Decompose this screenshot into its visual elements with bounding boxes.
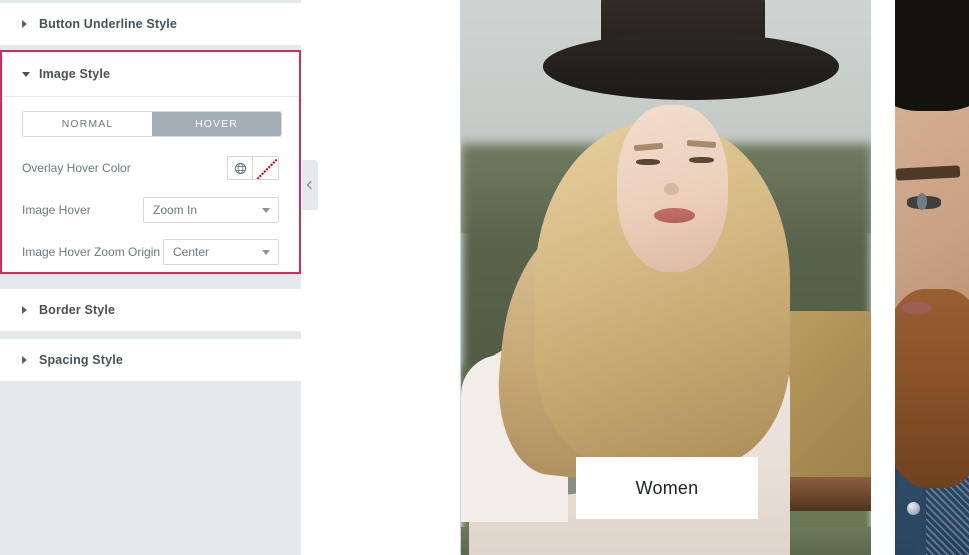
- section-title-spacing-style: Spacing Style: [39, 353, 123, 367]
- photo2-beard: [895, 288, 969, 489]
- chevron-right-icon: [22, 356, 36, 364]
- select-image-hover[interactable]: Zoom In: [143, 197, 279, 223]
- sidebar-section-image-style[interactable]: Image Style NORMAL HOVER Overlay Hover C…: [0, 50, 301, 274]
- chevron-right-icon: [22, 20, 36, 28]
- control-overlay-hover-color: [227, 156, 279, 180]
- control-image-hover-zoom-origin: Center: [163, 239, 279, 265]
- select-zoom-origin-value: Center: [173, 245, 210, 259]
- photo2-hat: [895, 0, 969, 111]
- category-label-women[interactable]: Women: [576, 457, 758, 519]
- bearded-man-in-denim-photo: [895, 0, 969, 555]
- sidebar-section-border-style[interactable]: Border Style: [0, 289, 301, 332]
- control-image-hover: Zoom In: [143, 197, 279, 223]
- select-image-hover-zoom-origin[interactable]: Center: [163, 239, 279, 265]
- category-card-women[interactable]: Women: [460, 0, 872, 555]
- chevron-down-icon: [22, 71, 36, 77]
- no-color-icon[interactable]: [253, 157, 278, 179]
- globe-icon[interactable]: [228, 157, 253, 179]
- caret-down-icon: [262, 208, 270, 213]
- color-control-group: [227, 156, 279, 180]
- section-divider: [0, 332, 301, 339]
- field-image-hover-zoom-origin: Image Hover Zoom Origin Center: [22, 237, 279, 267]
- sidebar-section-spacing-style[interactable]: Spacing Style: [0, 339, 301, 382]
- preview-canvas: Women: [301, 0, 969, 555]
- photo2-lip: [900, 302, 932, 314]
- field-overlay-hover-color: Overlay Hover Color: [22, 153, 279, 183]
- tab-normal[interactable]: NORMAL: [23, 112, 152, 136]
- section-header-button-underline-style[interactable]: Button Underline Style: [0, 3, 301, 45]
- label-image-hover: Image Hover: [22, 203, 91, 217]
- page-builder-app: Button Underline Style Border Style Spac…: [0, 0, 969, 555]
- section-title-border-style: Border Style: [39, 303, 116, 317]
- chevron-left-icon: [306, 180, 316, 190]
- image-style-panel-body: NORMAL HOVER Overlay Hover Color Image H…: [2, 97, 299, 283]
- category-card-men[interactable]: [895, 0, 969, 555]
- label-overlay-hover-color: Overlay Hover Color: [22, 161, 131, 175]
- panel-collapse-handle[interactable]: [302, 160, 318, 210]
- field-image-hover: Image Hover Zoom In: [22, 195, 279, 225]
- sidebar-section-button-underline-style[interactable]: Button Underline Style: [0, 3, 301, 46]
- select-image-hover-value: Zoom In: [153, 203, 198, 217]
- settings-sidebar: Button Underline Style Border Style Spac…: [0, 0, 301, 555]
- caret-down-icon: [262, 250, 270, 255]
- state-tab-group: NORMAL HOVER: [22, 111, 282, 137]
- chevron-right-icon: [22, 306, 36, 314]
- label-image-hover-zoom-origin: Image Hover Zoom Origin: [22, 245, 161, 259]
- card-gap: [871, 0, 895, 555]
- tab-hover[interactable]: HOVER: [152, 112, 281, 136]
- category-label-text: Women: [635, 477, 699, 498]
- photo2-iris: [917, 193, 927, 210]
- section-header-border-style[interactable]: Border Style: [0, 289, 301, 331]
- photo-hat-brim: [543, 33, 840, 100]
- section-header-image-style[interactable]: Image Style: [2, 52, 299, 97]
- section-title-image-style: Image Style: [39, 67, 111, 81]
- section-header-spacing-style[interactable]: Spacing Style: [0, 339, 301, 381]
- photo-lips: [654, 208, 696, 223]
- section-title-button-underline-style: Button Underline Style: [39, 17, 178, 31]
- photo-eye-right: [689, 156, 714, 164]
